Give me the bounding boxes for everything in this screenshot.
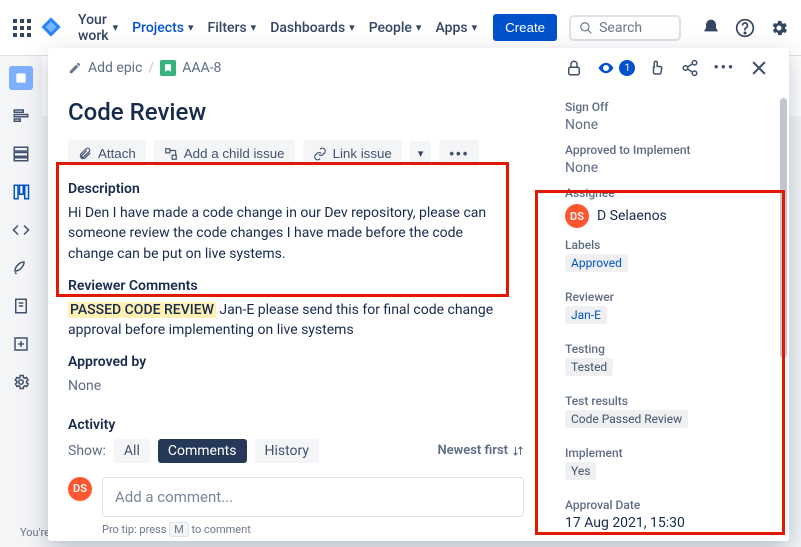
notifications-icon[interactable] [701, 18, 721, 38]
watch-count: 1 [619, 60, 635, 76]
tab-comments[interactable]: Comments [158, 439, 247, 463]
tab-all[interactable]: All [114, 439, 150, 463]
issue-key[interactable]: AAA-8 [182, 60, 221, 76]
reviewer-comments-heading: Reviewer Comments [68, 278, 524, 294]
assignee-avatar: DS [565, 204, 589, 228]
jira-logo-icon[interactable] [40, 16, 62, 40]
more-actions-icon[interactable]: ••• [713, 60, 735, 76]
board-icon[interactable] [9, 180, 33, 204]
labels-label: Labels [565, 238, 777, 252]
breadcrumb: Add epic / AAA-8 [68, 60, 553, 76]
sort-newest-first[interactable]: Newest first [437, 443, 524, 458]
approved-impl-label: Approved to Implement [565, 143, 777, 157]
story-icon [160, 60, 176, 76]
comment-input[interactable]: Add a comment... [102, 477, 524, 517]
approved-by-heading: Approved by [68, 354, 524, 370]
approved-impl-value[interactable]: None [565, 160, 777, 176]
reviewer-label: Reviewer [565, 290, 777, 304]
review-status-badge: PASSED CODE REVIEW [68, 302, 216, 318]
settings-icon[interactable] [769, 18, 789, 38]
nav-filters[interactable]: Filters▾ [208, 20, 257, 36]
description-heading: Description [68, 181, 524, 197]
assignee-label: Assignee [565, 186, 777, 200]
description-body[interactable]: Hi Den I have made a code change in our … [68, 203, 498, 264]
create-button[interactable]: Create [493, 14, 557, 41]
testing-label: Testing [565, 342, 777, 356]
current-user-avatar: DS [68, 477, 92, 501]
testing-value[interactable]: Tested [565, 358, 613, 376]
add-epic-link[interactable]: Add epic [88, 60, 142, 76]
project-settings-icon[interactable] [9, 370, 33, 394]
approval-date-label: Approval Date [565, 498, 777, 512]
nav-people[interactable]: People▾ [369, 20, 422, 36]
close-icon[interactable] [749, 58, 769, 78]
link-issue-button[interactable]: Link issue [303, 140, 402, 167]
attach-button[interactable]: Attach [68, 140, 146, 167]
add-child-issue-button[interactable]: Add a child issue [154, 140, 295, 167]
vote-icon[interactable] [649, 59, 667, 77]
implement-value[interactable]: Yes [565, 462, 596, 480]
help-icon[interactable] [735, 18, 755, 38]
reviewer-value[interactable]: Jan-E [565, 306, 607, 324]
reviewer-comments-body[interactable]: PASSED CODE REVIEW Jan-E please send thi… [68, 300, 498, 341]
nav-apps[interactable]: Apps▾ [435, 20, 477, 36]
assignee-value[interactable]: DS D Selaenos [565, 204, 777, 228]
activity-show-label: Show: [68, 443, 106, 459]
test-results-value[interactable]: Code Passed Review [565, 410, 688, 428]
approved-by-value[interactable]: None [68, 376, 498, 396]
lock-icon[interactable] [565, 59, 583, 77]
tab-history[interactable]: History [255, 439, 320, 463]
roadmap-icon[interactable] [9, 104, 33, 128]
pro-tip: Pro tip: press M to comment [102, 523, 524, 536]
search-input[interactable]: Search [569, 15, 681, 41]
page-title[interactable]: Code Review [68, 98, 524, 126]
backlog-icon[interactable] [9, 142, 33, 166]
pages-icon[interactable] [9, 294, 33, 318]
project-avatar-icon[interactable] [9, 66, 33, 90]
labels-value[interactable]: Approved [565, 254, 628, 272]
activity-heading: Activity [68, 417, 524, 433]
app-switcher-icon[interactable] [12, 16, 32, 40]
more-toolbar-button[interactable]: ••• [439, 140, 479, 167]
pencil-icon [68, 61, 82, 75]
watch-button[interactable]: 1 [597, 59, 635, 77]
test-results-label: Test results [565, 394, 777, 408]
releases-icon[interactable] [9, 256, 33, 280]
side-scrollbar[interactable] [779, 78, 787, 541]
nav-dashboards[interactable]: Dashboards▾ [270, 20, 354, 36]
signoff-value[interactable]: None [565, 117, 777, 133]
code-icon[interactable] [9, 218, 33, 242]
add-shortcut-icon[interactable] [9, 332, 33, 356]
share-icon[interactable] [681, 59, 699, 77]
nav-your-work[interactable]: Your work▾ [78, 12, 118, 44]
link-dropdown-button[interactable]: ▾ [410, 141, 432, 166]
signoff-label: Sign Off [565, 100, 777, 114]
nav-projects[interactable]: Projects▾ [132, 20, 193, 36]
implement-label: Implement [565, 446, 777, 460]
approval-date-value[interactable]: 17 Aug 2021, 15:30 [565, 515, 777, 531]
